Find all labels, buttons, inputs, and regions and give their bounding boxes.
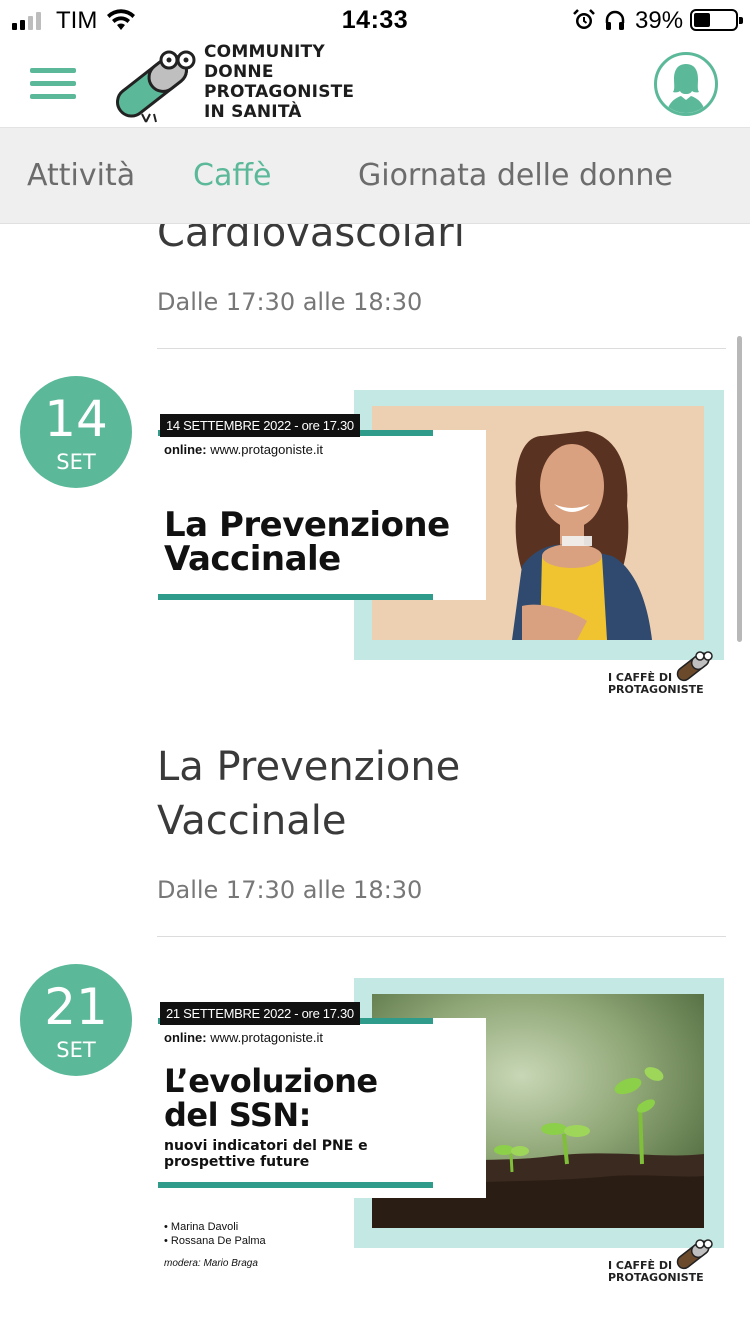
- poster-online-label: online:: [164, 442, 207, 457]
- owl-logo-icon: [676, 651, 713, 682]
- event-poster[interactable]: 21 SETTEMBRE 2022 - ore 17.30 online: ww…: [150, 978, 730, 1288]
- event-title[interactable]: Cardiovascolari: [157, 224, 465, 260]
- poster-headline: L’evoluzione del SSN:: [164, 1064, 378, 1132]
- event-time: Dalle 17:30 alle 18:30: [157, 876, 423, 904]
- tab-giornata-delle-donne[interactable]: Giornata delle donne: [358, 158, 673, 193]
- logo-text: COMMUNITY DONNE PROTAGONISTE IN SANITÀ: [204, 42, 354, 122]
- poster-accent-line: [158, 594, 433, 600]
- poster-accent-line: [158, 1182, 433, 1188]
- date-badge[interactable]: 14 SET: [20, 376, 132, 488]
- poster-online-url: www.protagoniste.it: [210, 442, 323, 457]
- alarm-icon: [573, 9, 595, 29]
- tab-caffe[interactable]: Caffè: [193, 158, 271, 193]
- poster-headline-line: L’evoluzione: [164, 1062, 378, 1100]
- date-month: SET: [56, 450, 96, 474]
- owl-logo-icon: [676, 1239, 713, 1270]
- scrollbar[interactable]: [737, 336, 742, 642]
- poster-date: 21 SETTEMBRE 2022 - ore 17.30: [160, 1002, 360, 1025]
- poster-subtitle: nuovi indicatori del PNE e prospettive f…: [164, 1138, 368, 1170]
- poster-online-url: www.protagoniste.it: [210, 1030, 323, 1045]
- event-title-line: La Prevenzione: [157, 744, 461, 790]
- date-day: 14: [44, 390, 108, 448]
- hamburger-menu-icon[interactable]: [30, 68, 76, 102]
- user-silhouette-icon: [667, 64, 705, 113]
- logo-line: COMMUNITY: [204, 42, 325, 62]
- poster-headline-line: La Prevenzione: [164, 505, 450, 545]
- poster-online: online: www.protagoniste.it: [164, 442, 323, 457]
- logo-line: IN SANITÀ: [204, 102, 302, 122]
- logo-line: DONNE: [204, 62, 274, 82]
- tab-attivita[interactable]: Attività: [27, 158, 135, 193]
- date-month: SET: [56, 1038, 96, 1062]
- poster-date: 14 SETTEMBRE 2022 - ore 17.30: [160, 414, 360, 437]
- poster-moderator: modera: Mario Braga: [164, 1258, 258, 1269]
- divider: [157, 936, 726, 937]
- event-poster[interactable]: 14 SETTEMBRE 2022 - ore 17.30 online: ww…: [150, 390, 730, 700]
- poster-brand-line: PROTAGONISTE: [608, 1271, 704, 1284]
- poster-brand-line: PROTAGONISTE: [608, 683, 704, 696]
- divider: [157, 348, 726, 349]
- category-tabs: Attività Caffè Giornata delle donne: [0, 128, 750, 224]
- headphones-icon: [605, 10, 625, 30]
- status-bar: TIM 14:33 39%: [0, 0, 750, 40]
- user-avatar-icon[interactable]: [654, 52, 718, 116]
- poster-subtitle-line: prospettive future: [164, 1154, 310, 1170]
- poster-headline-line: del SSN:: [164, 1096, 311, 1134]
- event-time: Dalle 17:30 alle 18:30: [157, 288, 423, 316]
- logo-line: PROTAGONISTE: [204, 82, 355, 102]
- battery-icon: [690, 9, 743, 31]
- battery-percent: 39%: [635, 7, 684, 34]
- poster-online-label: online:: [164, 1030, 207, 1045]
- poster-online: online: www.protagoniste.it: [164, 1030, 323, 1045]
- poster-speaker: • Rossana De Palma: [164, 1235, 266, 1247]
- date-badge[interactable]: 21 SET: [20, 964, 132, 1076]
- date-day: 21: [44, 978, 108, 1036]
- poster-speaker: • Marina Davoli: [164, 1221, 239, 1233]
- poster-headline: La Prevenzione Vaccinale: [164, 508, 450, 576]
- poster-subtitle-line: nuovi indicatori del PNE e: [164, 1138, 368, 1154]
- owl-logo-icon: [116, 50, 196, 123]
- app-header: COMMUNITY DONNE PROTAGONISTE IN SANITÀ: [0, 40, 750, 128]
- poster-headline-line: Vaccinale: [164, 539, 341, 579]
- event-list: Cardiovascolari Dalle 17:30 alle 18:30 1…: [0, 224, 750, 1334]
- event-title-line: Vaccinale: [157, 798, 347, 844]
- poster-speakers: • Marina Davoli • Rossana De Palma: [164, 1220, 266, 1248]
- event-title[interactable]: La Prevenzione Vaccinale: [157, 740, 460, 848]
